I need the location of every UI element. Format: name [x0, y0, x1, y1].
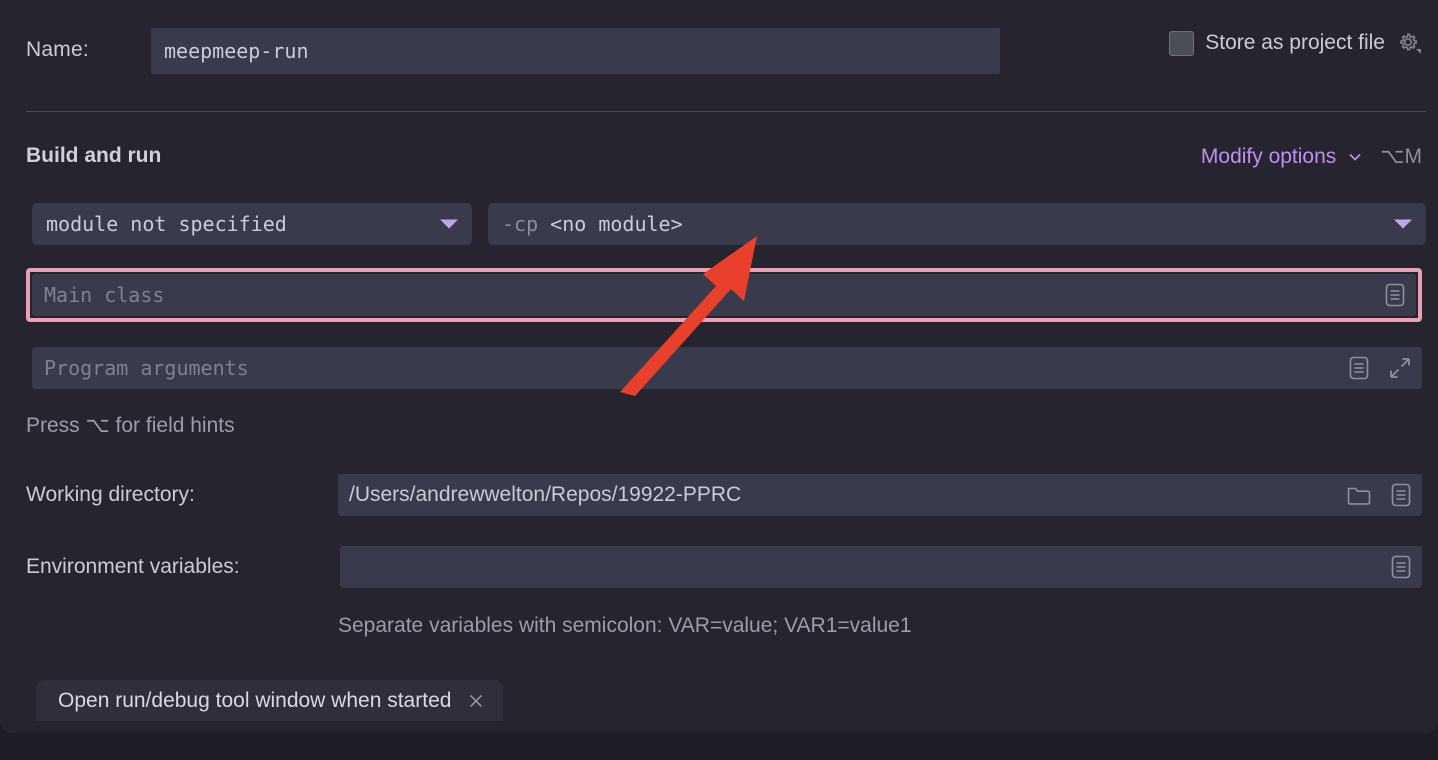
caret-down-icon[interactable] [440, 219, 458, 229]
document-lines-icon[interactable] [1384, 282, 1406, 308]
environment-variables-field-icons [1390, 554, 1412, 580]
document-lines-icon[interactable] [1390, 482, 1412, 508]
expand-diagonal-icon[interactable] [1388, 356, 1412, 380]
document-lines-icon[interactable] [1348, 355, 1370, 381]
module-select-value: module not specified [46, 212, 287, 236]
classpath-select-text: -cp <no module> [488, 212, 683, 236]
modify-options-row[interactable]: Modify options ⌥M [1201, 144, 1422, 169]
main-class-field-icons [1384, 282, 1406, 308]
main-class-input[interactable]: Main class [32, 274, 1416, 316]
program-arguments-input[interactable]: Program arguments [32, 347, 1422, 389]
working-directory-field-icons [1346, 482, 1412, 508]
environment-variables-hint: Separate variables with semicolon: VAR=v… [338, 614, 912, 637]
chevron-down-icon[interactable] [1346, 148, 1364, 166]
store-as-project-file-checkbox[interactable] [1169, 30, 1195, 56]
working-directory-input[interactable]: /Users/andrewwelton/Repos/19922-PPRC [338, 474, 1422, 516]
modify-options-link[interactable]: Modify options [1201, 145, 1336, 169]
gear-icon[interactable] [1396, 30, 1422, 56]
document-lines-icon[interactable] [1390, 554, 1412, 580]
program-arguments-field-icons [1348, 355, 1412, 381]
program-arguments-placeholder: Program arguments [44, 356, 249, 380]
modify-options-shortcut: ⌥M [1380, 145, 1422, 168]
name-label: Name: [26, 38, 89, 61]
module-select[interactable]: module not specified [32, 203, 472, 245]
classpath-select[interactable]: -cp <no module> [488, 203, 1426, 245]
working-directory-value: /Users/andrewwelton/Repos/19922-PPRC [349, 483, 742, 506]
environment-variables-input[interactable] [340, 546, 1422, 588]
section-title-build-and-run: Build and run [26, 144, 162, 167]
store-as-project-file-label: Store as project file [1205, 31, 1385, 54]
environment-variables-label: Environment variables: [26, 555, 240, 578]
folder-icon[interactable] [1346, 483, 1372, 507]
classpath-value: <no module> [550, 212, 683, 236]
caret-down-icon[interactable] [1394, 219, 1412, 229]
field-hint-text: Press ⌥ for field hints [26, 414, 235, 437]
store-as-project-file-row[interactable]: Store as project file [1169, 30, 1422, 56]
working-directory-label: Working directory: [26, 483, 195, 506]
header-divider [26, 111, 1426, 112]
main-class-placeholder: Main class [44, 283, 165, 307]
option-chip-open-run-debug-tool-window[interactable]: Open run/debug tool window when started [36, 680, 504, 721]
close-icon[interactable] [467, 692, 485, 710]
option-chip-label: Open run/debug tool window when started [58, 688, 452, 712]
name-input[interactable] [151, 28, 1000, 74]
classpath-prefix: -cp [502, 212, 539, 236]
run-configuration-dialog: Name: Store as project file Build and ru… [0, 0, 1438, 733]
